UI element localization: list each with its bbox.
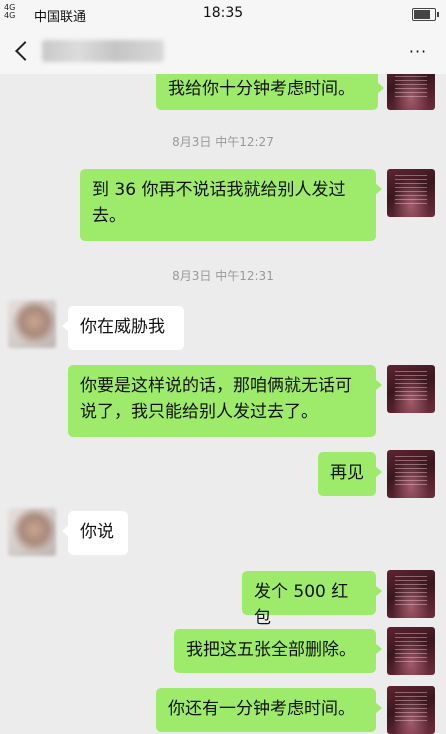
message-text: 你在威胁我 — [80, 317, 165, 337]
message-bubble-sent[interactable]: 再见 — [318, 452, 382, 496]
message-text: 发个 500 红包 — [254, 582, 349, 628]
message-bubble-received[interactable]: 你说 — [62, 511, 128, 555]
message-text: 你要是这样说的话，那咱俩就无话可说了，我只能给别人发过去了。 — [80, 376, 352, 422]
message-bubble-received[interactable]: 你在威胁我 — [62, 306, 184, 350]
more-options-button[interactable]: ··· — [406, 42, 430, 61]
message-text: 我把这五张全部删除。 — [186, 640, 356, 660]
my-avatar[interactable] — [387, 627, 435, 675]
message-text: 你还有一分钟考虑时间。 — [168, 699, 355, 719]
chat-header: ··· — [0, 28, 446, 74]
message-bubble-sent[interactable]: 我给你十分钟考虑时间。 — [156, 74, 384, 110]
my-avatar[interactable] — [387, 570, 435, 618]
contact-avatar[interactable] — [8, 508, 56, 556]
timestamp: 8月3日 中午12:27 — [172, 135, 274, 149]
message-bubble-sent[interactable]: 我把这五张全部删除。 — [174, 629, 382, 673]
clock: 18:35 — [202, 5, 244, 21]
my-avatar[interactable] — [387, 74, 435, 110]
timestamp: 8月3日 中午12:31 — [172, 269, 274, 283]
message-bubble-sent[interactable]: 到 36 你再不说话我就给别人发过去。 — [80, 169, 382, 241]
my-avatar[interactable] — [387, 169, 435, 217]
chat-message-list[interactable]: 我给你十分钟考虑时间。 8月3日 中午12:27 到 36 你再不说话我就给别人… — [0, 74, 446, 734]
message-text: 我给你十分钟考虑时间。 — [168, 79, 355, 99]
contact-name-blurred — [42, 40, 164, 62]
my-avatar[interactable] — [387, 450, 435, 498]
message-text: 再见 — [330, 463, 364, 483]
message-text: 到 36 你再不说话我就给别人发过去。 — [92, 180, 346, 226]
my-avatar[interactable] — [387, 365, 435, 413]
my-avatar[interactable] — [387, 686, 435, 734]
message-bubble-sent[interactable]: 你要是这样说的话，那咱俩就无话可说了，我只能给别人发过去了。 — [68, 365, 382, 437]
message-bubble-sent[interactable]: 你还有一分钟考虑时间。 — [156, 688, 382, 732]
contact-avatar[interactable] — [8, 300, 56, 348]
battery-icon — [412, 8, 439, 21]
message-text: 你说 — [80, 522, 114, 542]
back-button[interactable] — [10, 34, 36, 68]
status-bar: 4G 4G 中国联通 18:35 — [0, 0, 446, 28]
message-bubble-sent[interactable]: 发个 500 红包 — [242, 571, 382, 628]
